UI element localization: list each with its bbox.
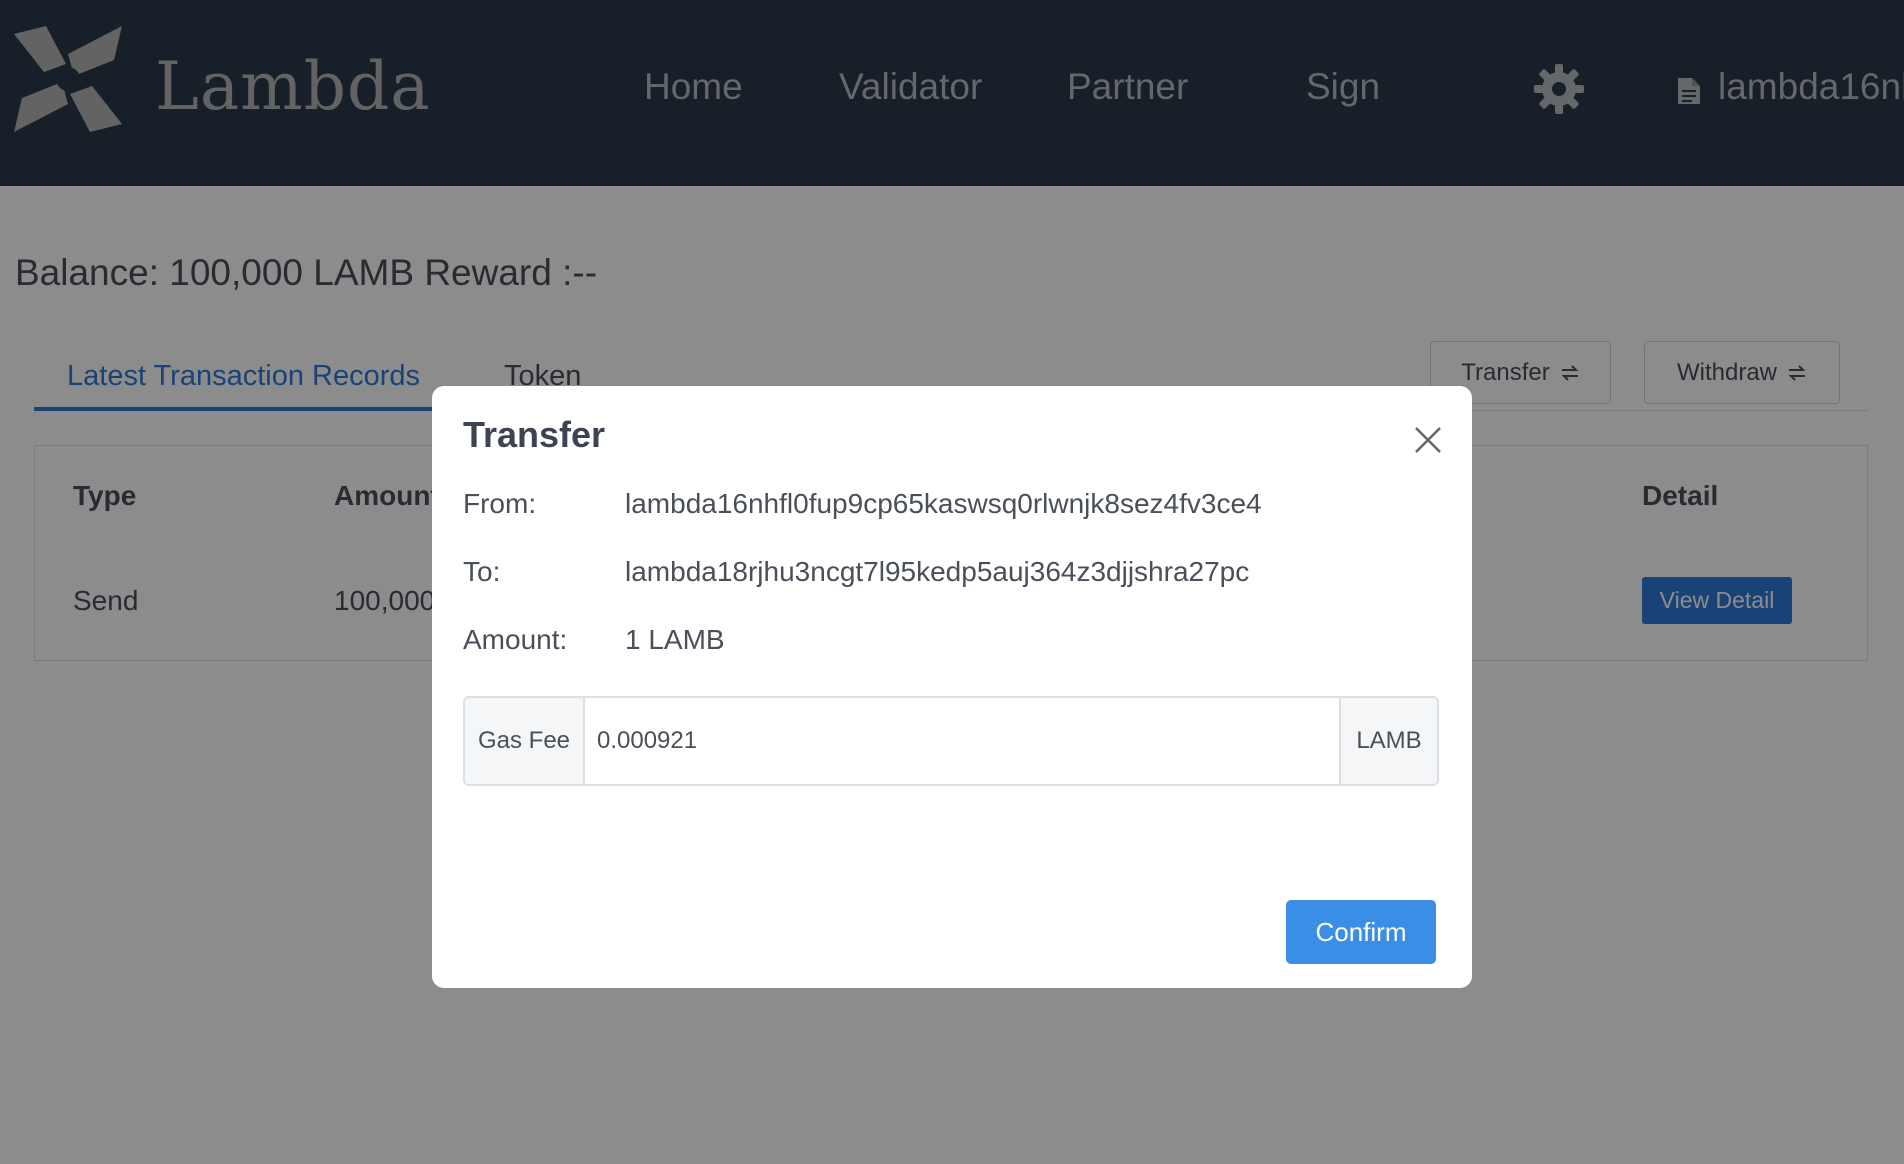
- gas-fee-input[interactable]: [585, 698, 1339, 784]
- modal-title: Transfer: [463, 414, 606, 455]
- confirm-button[interactable]: Confirm: [1286, 900, 1436, 964]
- transfer-modal: Transfer From: lambda16nhfl0fup9cp65kasw…: [432, 386, 1472, 988]
- to-label: To:: [463, 556, 501, 587]
- amount-value: 1 LAMB: [625, 624, 725, 655]
- gas-fee-label: Gas Fee: [465, 698, 585, 784]
- to-value: lambda18rjhu3ncgt7l95kedp5auj364z3djjshr…: [625, 556, 1250, 587]
- from-label: From:: [463, 488, 537, 519]
- from-value: lambda16nhfl0fup9cp65kaswsq0rlwnjk8sez4f…: [625, 488, 1262, 519]
- gas-fee-unit: LAMB: [1339, 698, 1437, 784]
- amount-label: Amount:: [463, 624, 568, 655]
- gas-fee-group: Gas Fee LAMB: [463, 696, 1439, 786]
- close-icon[interactable]: [1408, 420, 1448, 460]
